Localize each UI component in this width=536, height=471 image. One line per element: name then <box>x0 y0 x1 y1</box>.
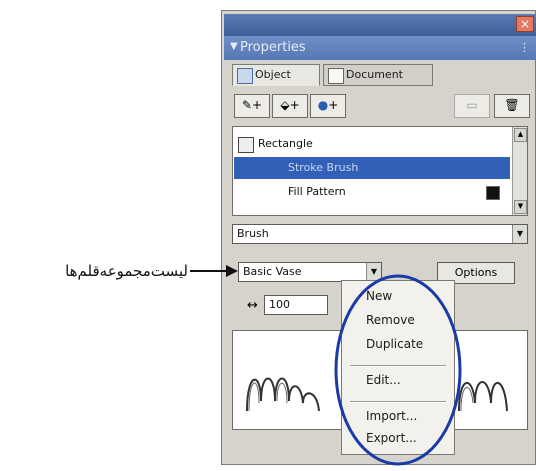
panel-header[interactable]: ▼ Properties ⋮ <box>224 36 536 60</box>
tab-document[interactable]: Document <box>323 64 433 86</box>
delete-attribute-button[interactable]: 🗑 <box>494 94 530 118</box>
annotation-label: لیست‌مجموعه‌قلم‌ها <box>65 262 188 280</box>
add-stroke-button[interactable]: ✎+ <box>234 94 270 118</box>
stroke-width-field[interactable]: 100 <box>264 295 328 315</box>
close-icon: × <box>519 17 531 31</box>
panel-options-icon[interactable]: ⋮ <box>519 41 530 54</box>
annotation-arrow <box>190 265 238 277</box>
highlight-ellipse <box>334 274 462 466</box>
collapse-triangle-icon[interactable]: ▼ <box>230 41 238 52</box>
paint-bucket-icon: ⬙ <box>280 98 290 112</box>
close-button[interactable]: × <box>516 16 534 32</box>
window-titlebar[interactable] <box>224 14 536 36</box>
trash-icon: 🗑 <box>504 98 520 112</box>
duplicate-attribute-button[interactable]: ▭ <box>454 94 490 118</box>
brush-type-select[interactable]: Brush ▼ <box>232 224 528 244</box>
pencil-icon: ✎ <box>241 98 252 112</box>
attribute-list: Rectangle Stroke Brush Fill Pattern ▲ ▼ <box>232 126 528 216</box>
panel-title: Properties <box>240 40 306 55</box>
list-item[interactable]: Stroke Brush <box>234 157 510 179</box>
chevron-down-icon: ▼ <box>512 225 527 243</box>
add-fill-button[interactable]: ⬙+ <box>272 94 308 118</box>
list-item[interactable]: Rectangle <box>234 133 510 155</box>
duplicate-attribute-icon: ▭ <box>466 98 478 112</box>
tab-object[interactable]: Object <box>232 64 320 86</box>
scroll-down-icon[interactable]: ▼ <box>514 200 527 214</box>
fill-color-swatch[interactable] <box>486 186 500 200</box>
rectangle-icon <box>238 137 254 153</box>
list-item[interactable]: Fill Pattern <box>234 181 510 203</box>
tab-document-label: Document <box>346 68 403 81</box>
effect-icon: ● <box>317 98 329 112</box>
tab-object-label: Object <box>255 68 291 81</box>
attribute-toolbar: ✎+ ⬙+ ●+ ▭ 🗑 <box>232 90 530 120</box>
object-icon <box>237 68 253 84</box>
scroll-up-icon[interactable]: ▲ <box>514 128 527 142</box>
list-scrollbar[interactable]: ▲ ▼ <box>512 127 527 215</box>
document-icon <box>328 68 344 84</box>
add-effect-button[interactable]: ●+ <box>310 94 346 118</box>
width-arrows-icon: ↔ <box>247 298 258 313</box>
